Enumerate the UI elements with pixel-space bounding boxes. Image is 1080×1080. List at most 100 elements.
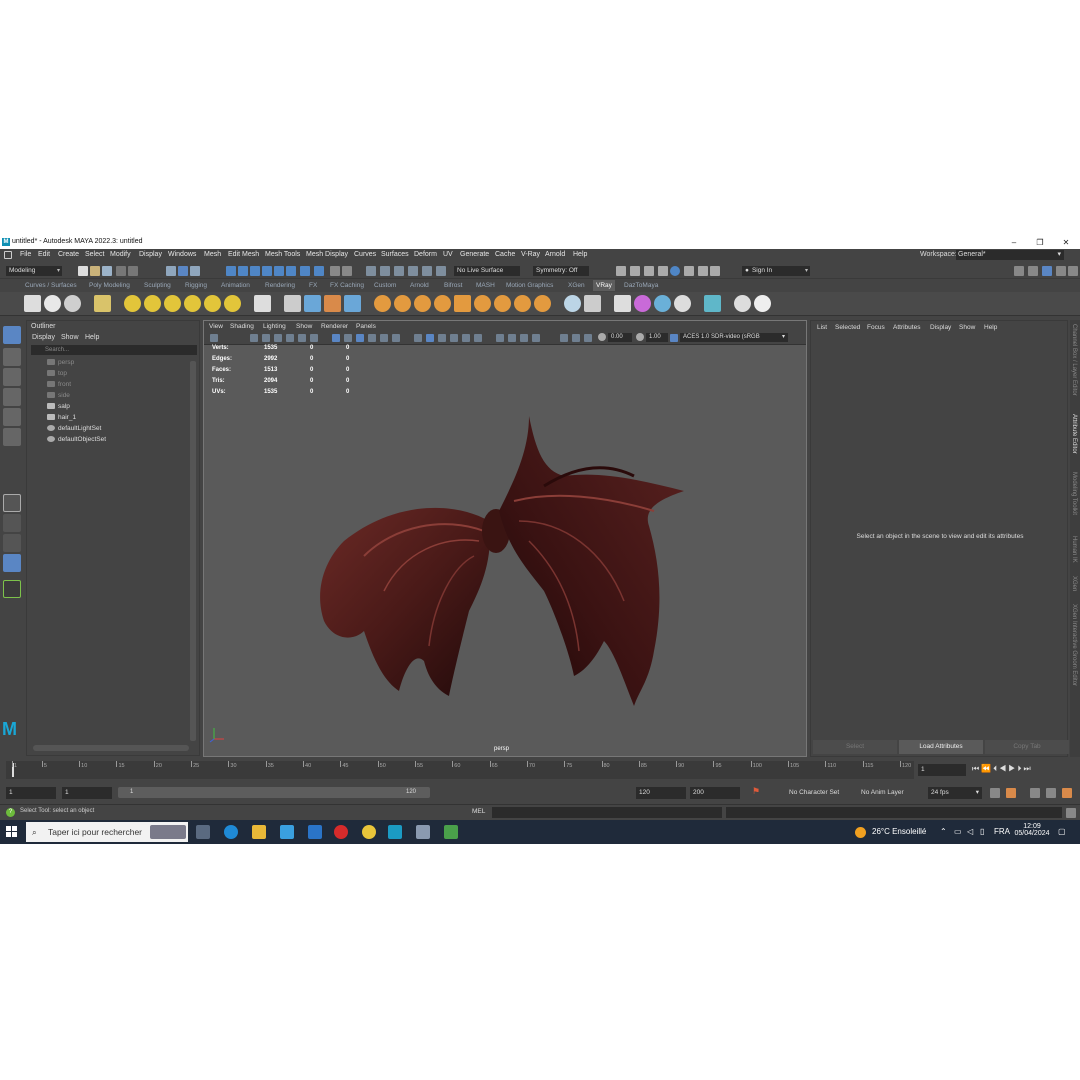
menu-uv[interactable]: UV [443, 251, 453, 258]
snap-curve-icon[interactable] [238, 266, 248, 276]
maya-taskbar-icon[interactable] [388, 825, 402, 839]
outliner-item[interactable]: defaultObjectSet [47, 434, 106, 445]
ambient-occlusion-icon[interactable] [450, 334, 458, 342]
menu-modify[interactable]: Modify [110, 251, 131, 258]
ae-menu-show[interactable]: Show [959, 324, 975, 331]
use-all-lights-icon[interactable] [426, 334, 434, 342]
vray-color-icon[interactable] [634, 295, 651, 312]
shelf-tab-xgen[interactable]: XGen [565, 280, 588, 291]
color-management-icon[interactable] [670, 334, 678, 342]
outliner-layout-icon[interactable] [3, 554, 21, 572]
windows-start-icon[interactable] [6, 826, 18, 838]
shelf-tab-daztomaya[interactable]: DazToMaya [621, 280, 661, 291]
shadows-icon[interactable] [438, 334, 446, 342]
viewport-menu-show[interactable]: Show [296, 323, 312, 330]
shelf-tab-sculpting[interactable]: Sculpting [141, 280, 174, 291]
vray-mtl-icon[interactable] [324, 295, 341, 312]
menu-surfaces[interactable]: Surfaces [381, 251, 409, 258]
bookmark-icon[interactable] [262, 334, 270, 342]
undo-icon[interactable] [116, 266, 126, 276]
history-icon[interactable] [342, 266, 352, 276]
side-tab-channel-box[interactable]: Channel Box / Layer Editor [1071, 324, 1077, 396]
sync-icon[interactable] [560, 334, 568, 342]
open-scene-icon[interactable] [90, 266, 100, 276]
single-view-icon[interactable] [3, 494, 21, 512]
light-editor-icon[interactable] [436, 266, 446, 276]
shelf-tab-custom[interactable]: Custom [371, 280, 399, 291]
wireframe-icon[interactable] [332, 334, 340, 342]
scene-end-field[interactable]: 200 [690, 787, 740, 799]
fps-select[interactable]: 24 fps ▾ [928, 787, 982, 799]
ae-menu-help[interactable]: Help [984, 324, 997, 331]
select-object-icon[interactable] [178, 266, 188, 276]
viewport-menu-view[interactable]: View [209, 323, 223, 330]
select-tool-icon[interactable] [3, 326, 21, 344]
hud-icon[interactable] [532, 334, 540, 342]
shelf-tab-motion-graphics[interactable]: Motion Graphics [503, 280, 556, 291]
shelf-tab-vray[interactable]: VRay [593, 280, 615, 291]
shelf-tab-poly-modeling[interactable]: Poly Modeling [86, 280, 133, 291]
menu-curves[interactable]: Curves [354, 251, 376, 258]
menu-help[interactable]: Help [573, 251, 587, 258]
hypershade-icon[interactable] [408, 266, 418, 276]
menu-edit[interactable]: Edit [38, 251, 50, 258]
hair-model[interactable] [304, 391, 704, 711]
language-indicator[interactable]: FRA [994, 820, 1010, 844]
pause-icon[interactable] [710, 266, 720, 276]
vray-fx-icon[interactable] [394, 295, 411, 312]
vray-group-icon[interactable] [674, 295, 691, 312]
loop-icon[interactable] [990, 788, 1000, 798]
vray-fur-icon[interactable] [374, 295, 391, 312]
battery-icon[interactable]: ▯ [980, 820, 984, 844]
outliner-menu-display[interactable]: Display [32, 334, 55, 341]
outliner-item[interactable]: defaultLightSet [47, 423, 101, 434]
script-editor-icon[interactable] [1066, 808, 1076, 818]
minimize-button[interactable]: – [1002, 236, 1026, 249]
gear-icon[interactable] [1068, 266, 1078, 276]
camera-attributes-icon[interactable] [250, 334, 258, 342]
weather-text[interactable]: 26°C Ensoleillé [872, 820, 926, 844]
snap-point-icon[interactable] [250, 266, 260, 276]
vray-vfb-icon[interactable] [584, 295, 601, 312]
resolution-gate-icon[interactable] [298, 334, 306, 342]
side-tab-attribute-editor[interactable]: Attribute Editor [1071, 414, 1077, 454]
auto-key-icon[interactable]: ⚑ [752, 786, 760, 797]
shelf-tab-rendering[interactable]: Rendering [262, 280, 298, 291]
motion-blur-icon[interactable] [462, 334, 470, 342]
anim-layer-select[interactable]: No Anim Layer [858, 787, 916, 799]
menu-file[interactable]: File [20, 251, 31, 258]
menu-generate[interactable]: Generate [460, 251, 489, 258]
menu-windows[interactable]: Windows [168, 251, 196, 258]
outliner-item[interactable]: hair_1 [47, 412, 76, 423]
ae-load-attributes-button[interactable]: Load Attributes [899, 740, 983, 754]
save-scene-icon[interactable] [102, 266, 112, 276]
lasso-tool-icon[interactable] [3, 348, 21, 366]
image-plane-icon[interactable] [274, 334, 282, 342]
render-setup-icon[interactable] [422, 266, 432, 276]
workspace-select[interactable]: General* ▾ [956, 250, 1064, 260]
move-tool-icon[interactable] [3, 388, 21, 406]
sign-in-button[interactable]: ● Sign In ▾ [742, 266, 810, 276]
four-view-icon[interactable] [3, 514, 21, 532]
mail-icon[interactable] [308, 825, 322, 839]
paint-select-icon[interactable] [3, 368, 21, 386]
vray-spheres-icon[interactable] [654, 295, 671, 312]
notification-icon[interactable]: ▢ [1058, 820, 1066, 844]
ae-menu-display[interactable]: Display [930, 324, 951, 331]
shelf-tab-bifrost[interactable]: Bifrost [441, 280, 465, 291]
range-slider[interactable]: 1 120 [118, 787, 430, 798]
home-icon[interactable] [4, 251, 12, 259]
vray-render-icon[interactable] [670, 266, 680, 276]
xray-joints-icon[interactable] [392, 334, 400, 342]
vray-proxy-icon[interactable] [94, 295, 111, 312]
opera-icon[interactable] [334, 825, 348, 839]
shelf-tab-fx[interactable]: FX [306, 280, 320, 291]
side-tab-modeling-toolkit[interactable]: Modeling Toolkit [1071, 472, 1077, 515]
live-surface-field[interactable]: No Live Surface [454, 266, 520, 276]
sound-icon[interactable] [1030, 788, 1040, 798]
app2-taskbar-icon[interactable] [444, 825, 458, 839]
cache-icon[interactable] [1006, 788, 1016, 798]
vray-plane-icon[interactable] [254, 295, 271, 312]
viewport-menu-shading[interactable]: Shading [230, 323, 254, 330]
chrome-icon[interactable] [362, 825, 376, 839]
